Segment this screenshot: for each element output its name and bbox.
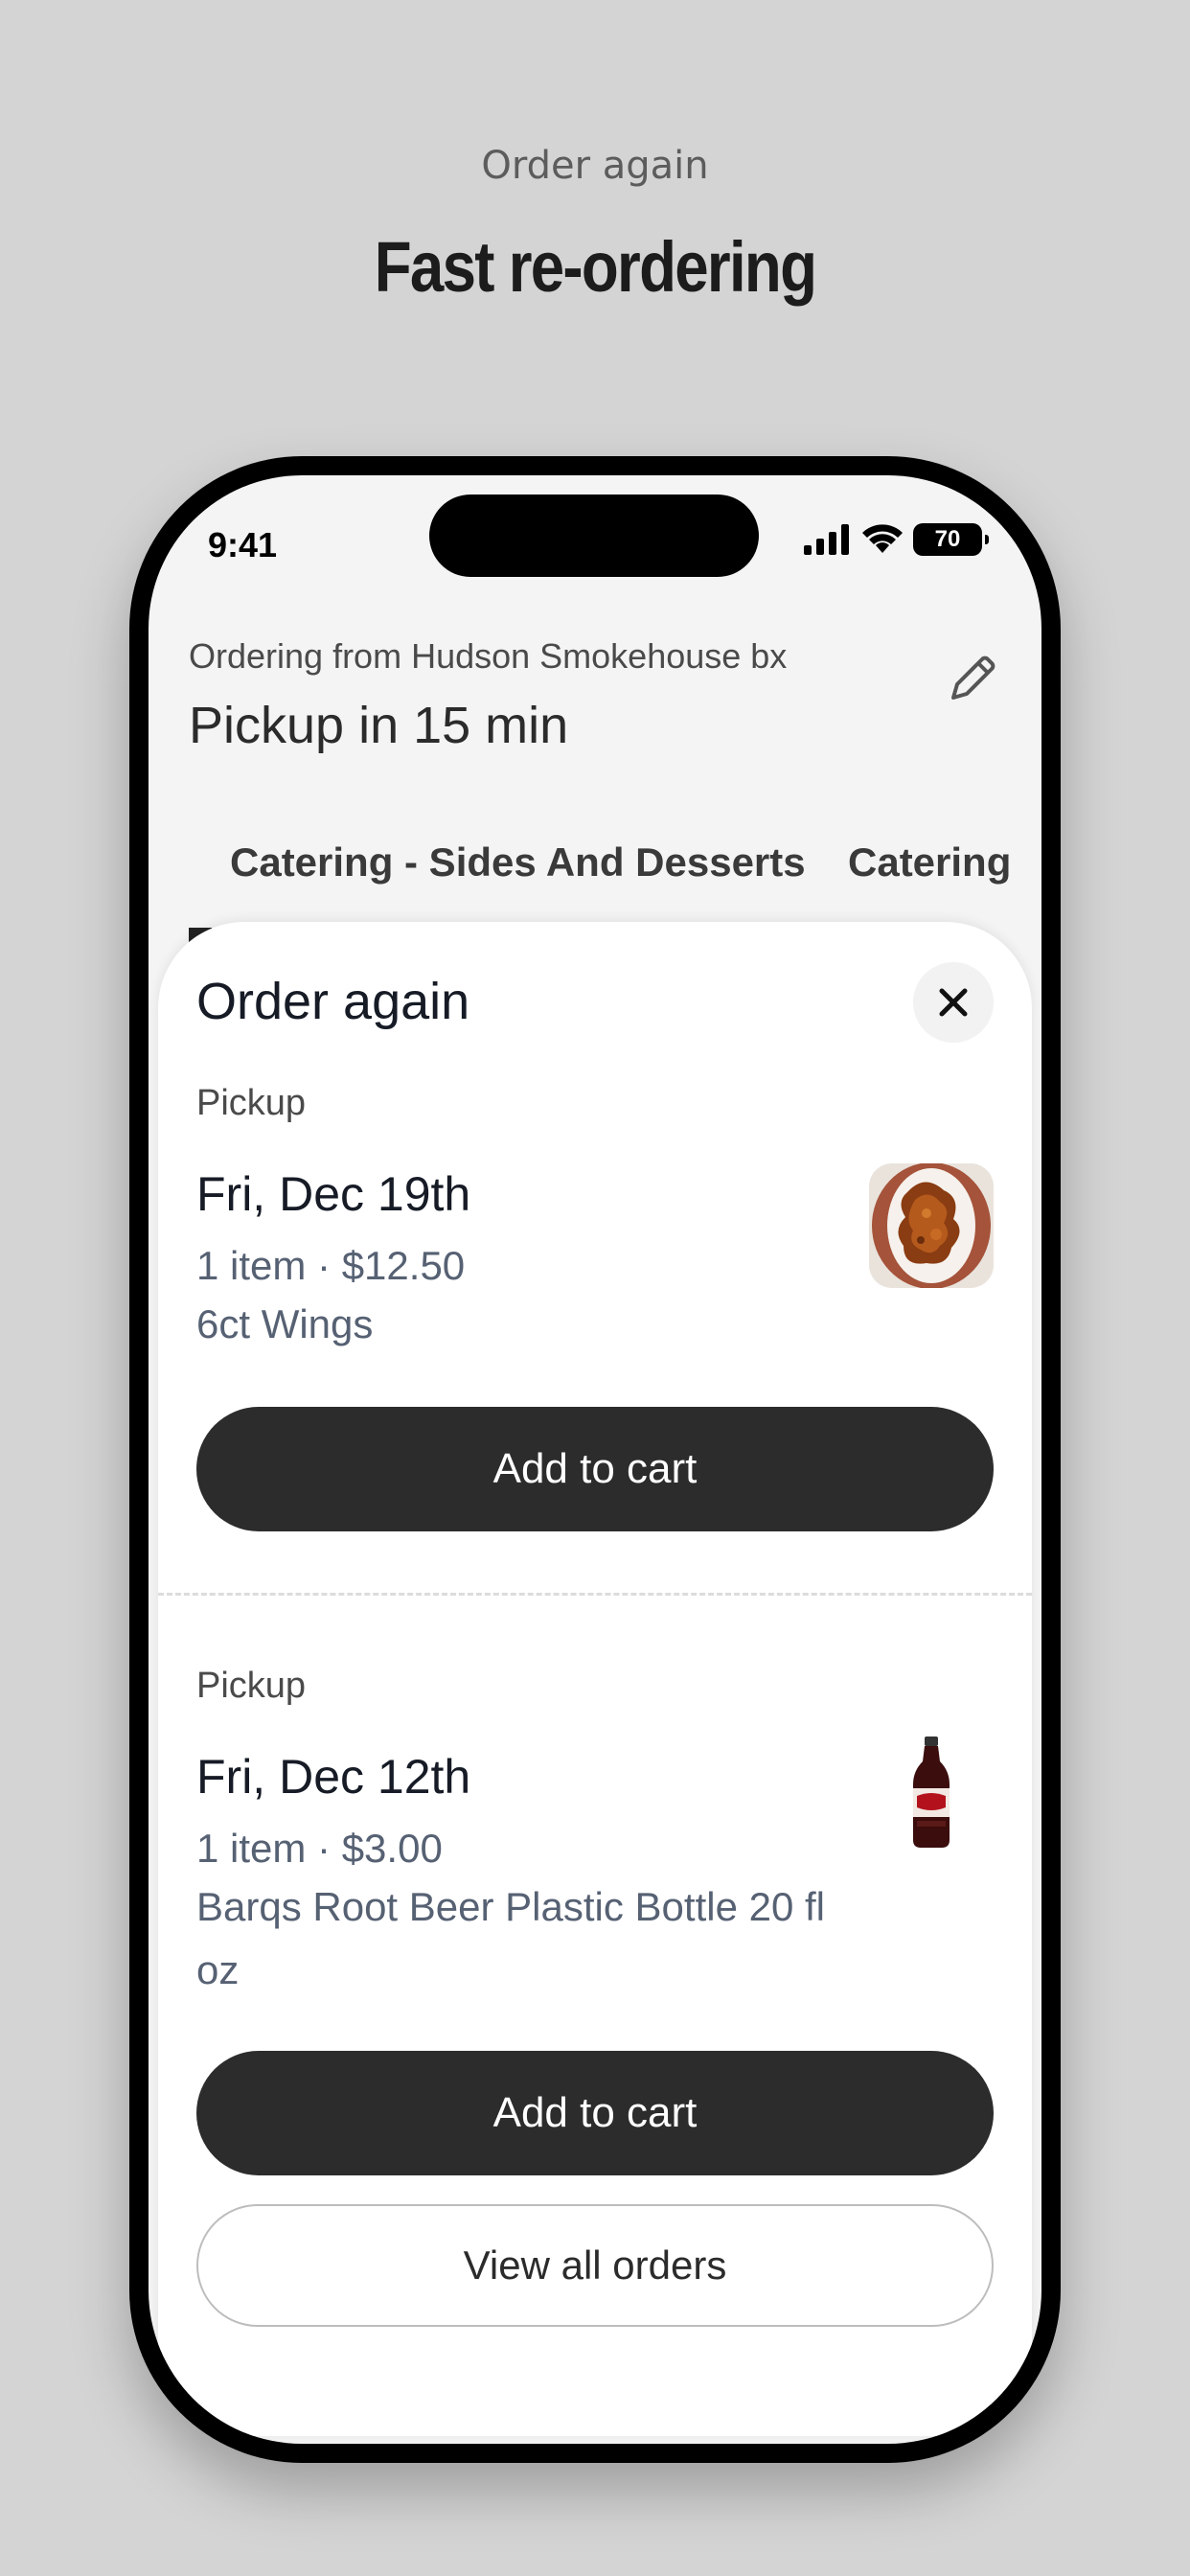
close-icon — [939, 988, 968, 1017]
chicken-wings-image — [869, 1163, 994, 1288]
pencil-icon[interactable] — [942, 648, 1003, 709]
add-to-cart-button[interactable]: Add to cart — [196, 1407, 994, 1531]
order-type: Pickup — [196, 1083, 307, 1123]
order-divider — [158, 1593, 1032, 1596]
tab-catering-sides-desserts[interactable]: Catering - Sides And Desserts — [230, 840, 806, 886]
sheet-title: Order again — [196, 973, 470, 1030]
dynamic-island — [429, 494, 759, 577]
order-card: Pickup Fri, Dec 19th 1 item · $12.50 6ct… — [196, 1083, 994, 1356]
order-again-sheet: Order again Pickup Fri, Dec 19th 1 item … — [158, 922, 1032, 2436]
promo-eyebrow: Order again — [481, 144, 709, 188]
view-all-orders-button[interactable]: View all orders — [196, 2204, 994, 2327]
phone-screen: 9:41 70 Ordering from Hudson Smokehouse … — [149, 475, 1041, 2444]
signal-icon — [804, 524, 849, 555]
add-to-cart-button[interactable]: Add to cart — [196, 2051, 994, 2175]
close-button[interactable] — [913, 962, 994, 1043]
root-beer-bottle-image — [869, 1733, 994, 1857]
battery-level: 70 — [934, 526, 961, 552]
status-time: 9:41 — [208, 525, 278, 564]
pickup-time: Pickup in 15 min — [189, 697, 569, 754]
battery-icon: 70 — [913, 523, 989, 556]
status-icons: 70 — [804, 523, 989, 556]
tab-catering[interactable]: Catering — [848, 840, 1011, 886]
order-card: Pickup Fri, Dec 12th 1 item · $3.00 Barq… — [196, 1666, 994, 2002]
phone-frame: 9:41 70 Ordering from Hudson Smokehouse … — [129, 456, 1061, 2463]
promo-title: Fast re-ordering — [374, 227, 817, 307]
order-items: 6ct Wings — [196, 1301, 374, 1346]
wifi-icon — [862, 524, 903, 553]
order-items: Barqs Root Beer Plastic Bottle 20 fl oz — [196, 1884, 825, 1992]
order-type: Pickup — [196, 1666, 307, 1706]
ordering-from-label: Ordering from Hudson Smokehouse bx — [189, 636, 788, 676]
